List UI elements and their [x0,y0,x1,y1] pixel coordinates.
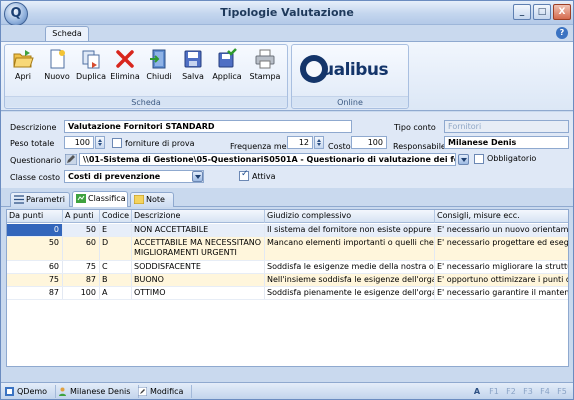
qualibus-logo[interactable]: ualibus [300,55,402,85]
table-row[interactable]: 0 50 E NON ACCETTABILE Il sistema del fo… [7,224,568,237]
fkey-f5[interactable]: F5 [554,385,570,398]
title-bar[interactable]: Q Tipologie Valutazione _ □ X [1,1,573,26]
fkey-f1[interactable]: F1 [486,385,502,398]
printer-icon [255,49,275,69]
tipo-conto-field: Fornitori [444,120,569,133]
salva-button[interactable]: Salva [177,48,209,90]
apri-button[interactable]: Apri [7,48,39,90]
open-folder-icon [13,50,34,68]
tab-note[interactable]: Note [130,192,174,207]
questionario-dropdown-button[interactable] [458,154,469,165]
maximize-button[interactable]: □ [533,4,551,20]
table-row[interactable]: 50 60 D ACCETTABILE MA NECESSITANO MIGLI… [7,237,568,261]
ribbon-group-scheda: Apri Nuovo Duplica Elimina Chiudi Salva … [4,44,288,109]
applica-button[interactable]: Applica [211,48,243,90]
tipo-conto-label: Tipo conto [394,123,436,132]
company-icon [5,387,14,396]
questionario-field[interactable]: \\01-Sistema di Gestione\05-QuestionariS… [79,153,456,166]
attiva-checkbox[interactable] [239,169,249,181]
minimize-button[interactable]: _ [513,4,531,20]
col-consigli[interactable]: Consigli, misure ecc. [435,210,568,223]
help-icon[interactable]: ? [556,27,568,39]
table-row[interactable]: 87 100 A OTTIMO Soddisfa pienamente le e… [7,287,568,300]
forniture-prova-checkbox[interactable] [112,138,122,148]
col-descrizione[interactable]: Descrizione [132,210,265,223]
group-label-scheda: Scheda [5,96,287,107]
frequenza-spinner[interactable] [314,136,324,149]
apply-icon [218,48,237,68]
close-door-icon [150,49,166,69]
ribbon-tab-row: Scheda ? [1,25,573,41]
frequenza-field[interactable]: 12 [287,136,313,149]
forniture-prova-label: forniture di prova [125,139,195,148]
main-window: Q Tipologie Valutazione _ □ X Scheda ? A… [0,0,574,400]
col-a-punti[interactable]: A punti [63,210,100,223]
duplica-button[interactable]: Duplica [75,48,107,90]
tab-parametri[interactable]: Parametri [10,192,70,207]
new-document-icon [50,49,65,69]
fkey-f4[interactable]: F4 [537,385,553,398]
classe-costo-label: Classe costo [10,173,61,182]
delete-icon [116,50,134,68]
user-icon [59,387,66,396]
list-icon [14,195,24,204]
attiva-label: Attiva [252,172,276,181]
costo-field[interactable]: 100 [351,136,387,149]
responsabile-field[interactable]: Milanese Denis [444,136,569,149]
fkey-f2[interactable]: F2 [503,385,519,398]
col-da-punti[interactable]: Da punti [7,210,63,223]
ribbon: Apri Nuovo Duplica Elimina Chiudi Salva … [1,41,573,111]
status-mode: Modifica [136,385,193,398]
close-button[interactable]: X [553,4,571,20]
descrizione-label: Descrizione [10,123,57,132]
window-title: Tipologie Valutazione [220,6,354,19]
nuovo-button[interactable]: Nuovo [41,48,73,90]
fkey-a[interactable]: A [469,385,485,398]
detail-tabs: Parametri Classifica Note [1,191,573,207]
qualibus-logo-text: ualibus [322,60,389,80]
obbligatorio-label: Obbligatorio [487,154,537,163]
table-row[interactable]: 60 75 C SODDISFACENTE Soddisfa le esigen… [7,261,568,274]
status-company: QDemo [3,385,57,398]
tab-classifica[interactable]: Classifica [72,191,128,207]
group-label-online: Online [292,96,408,107]
note-icon [134,195,144,204]
costo-label: Costo [328,142,351,151]
grid-header: Da punti A punti Codice Descrizione Giud… [7,210,568,223]
peso-totale-spinner[interactable] [95,136,105,149]
elimina-button[interactable]: Elimina [109,48,141,90]
ranking-icon [76,194,86,203]
col-codice[interactable]: Codice [100,210,132,223]
table-row[interactable]: 75 87 B BUONO Nell'insieme soddisfa le e… [7,274,568,287]
descrizione-field[interactable]: Valutazione Fornitori STANDARD [64,120,352,133]
status-bar: QDemo Milanese Denis Modifica A F1 F2 F3… [1,382,573,399]
responsabile-label: Responsabile [393,142,446,151]
col-giudizio[interactable]: Giudizio complessivo [265,210,435,223]
peso-totale-field[interactable]: 100 [64,136,94,149]
classifica-grid[interactable]: Da punti A punti Codice Descrizione Giud… [6,209,569,367]
detail-form: Descrizione Valutazione Fornitori STANDA… [1,112,573,188]
status-user: Milanese Denis [56,385,140,398]
frequenza-label: Frequenza mesi [230,142,293,151]
edit-mode-icon [138,387,147,396]
tab-scheda[interactable]: Scheda [45,26,89,41]
edit-pencil-icon[interactable] [65,154,77,165]
fkey-f3[interactable]: F3 [520,385,536,398]
peso-totale-label: Peso totale [10,139,55,148]
save-disk-icon [184,50,202,68]
duplicate-icon [82,50,100,69]
classe-costo-dropdown-button[interactable] [192,171,203,182]
function-keys: A F1 F2 F3 F4 F5 [469,385,570,398]
questionario-label: Questionario [10,156,62,165]
ribbon-group-online: ualibus Online [291,44,409,109]
classe-costo-select[interactable]: Costi di prevenzione [64,170,204,183]
stampa-button[interactable]: Stampa [249,48,281,90]
obbligatorio-checkbox[interactable] [474,154,484,164]
chiudi-button[interactable]: Chiudi [143,48,175,90]
